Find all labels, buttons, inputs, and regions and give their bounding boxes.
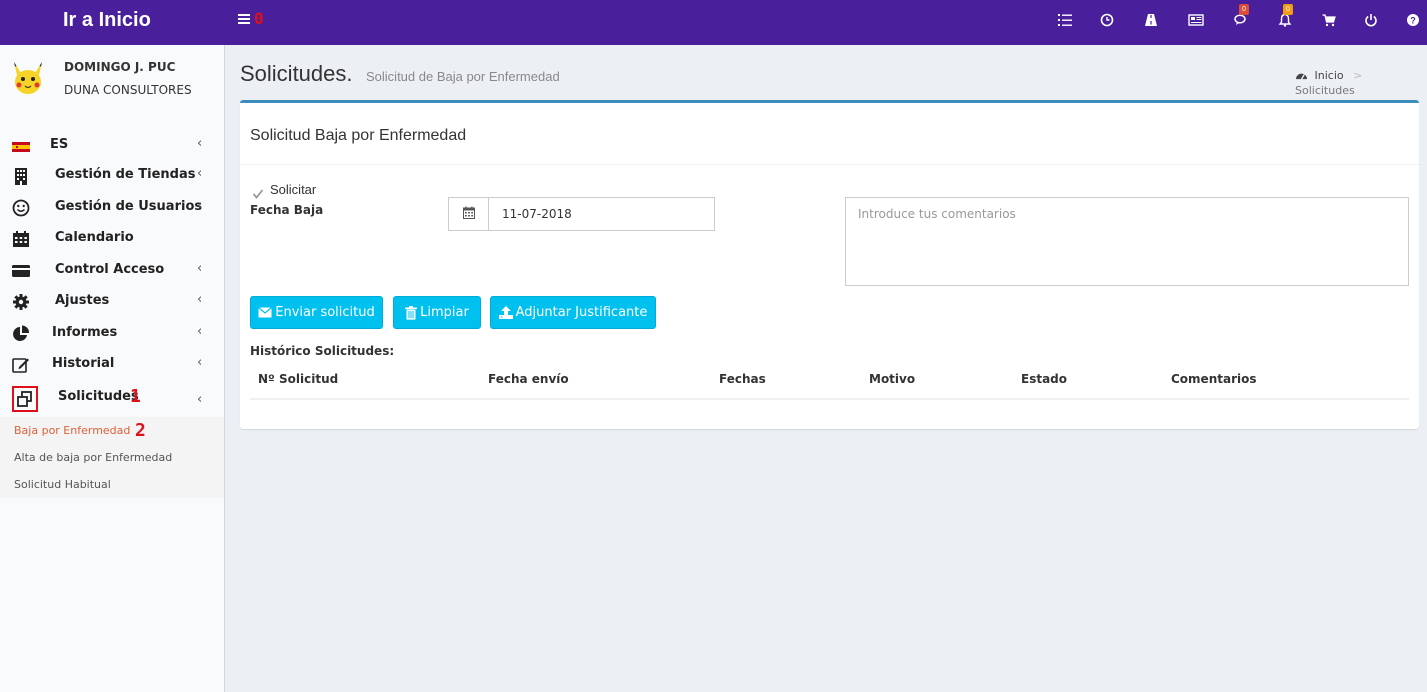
fecha-baja-label: Fecha Baja [250,203,324,217]
user-name: DOMINGO J. PUC [64,60,176,74]
hamburger-icon [238,14,250,26]
sidebar-item-ajustes[interactable]: Ajustes ‹ [0,286,224,317]
column-header-motivo: Motivo [869,372,916,386]
solicitar-label: Solicitar [270,182,317,197]
home-link[interactable]: Ir a Inicio [0,0,224,45]
clear-button[interactable]: Limpiar [393,296,481,329]
breadcrumb: Inicio > Solicitudes [1295,69,1427,97]
chevron-left-icon: ‹ [197,392,203,407]
column-header-comentarios: Comentarios [1171,372,1257,386]
breadcrumb-current: Solicitudes [1295,84,1355,97]
dashboard-icon [1295,70,1308,84]
send-request-label: Enviar solicitud [275,305,375,320]
sidebar-item-label: Calendario [55,230,134,245]
sidebar-item-calendario[interactable]: Calendario [0,223,224,254]
newspaper-icon[interactable] [1186,12,1206,32]
clear-label: Limpiar [420,305,469,320]
sidebar-item-label: Solicitudes [58,389,139,404]
send-request-button[interactable]: Enviar solicitud [250,296,383,329]
top-navbar: Ir a Inicio 0 0 0 ? [0,0,1427,45]
sidebar-item-tiendas[interactable]: Gestión de Tiendas ‹ [0,160,224,191]
calendar-icon[interactable] [449,198,489,230]
page-subtitle: Solicitud de Baja por Enfermedad [366,69,560,84]
avatar [8,58,48,98]
envelope-icon [258,307,273,318]
solicitudes-submenu: Baja por Enfermedad 2 Alta de baja por E… [0,417,224,498]
upload-icon [498,306,513,319]
submenu-item-alta[interactable]: Alta de baja por Enfermedad [14,451,172,464]
list-icon[interactable] [1055,12,1075,32]
box-title: Solicitud Baja por Enfermedad [250,127,467,144]
clone-icon [12,386,38,412]
sidebar: DOMINGO J. PUC DUNA CONSULTORES ES ‹ Ges… [0,45,225,692]
sidebar-item-label: Ajustes [55,293,110,308]
chevron-left-icon: ‹ [197,324,203,339]
comments-badge: 0 [1239,4,1249,15]
chevron-left-icon: ‹ [197,292,203,307]
sidebar-item-language[interactable]: ES ‹ [0,130,224,161]
sidebar-item-label: Control Acceso [55,262,165,277]
gear-icon [12,293,30,311]
chevron-left-icon: ‹ [197,198,203,213]
sidebar-item-control-acceso[interactable]: Control Acceso ‹ [0,255,224,286]
bell-icon[interactable]: 0 [1275,4,1295,32]
solicitar-checkbox[interactable] [252,185,264,199]
comments-icon[interactable]: 0 [1231,4,1251,32]
submenu-item-habitual[interactable]: Solicitud Habitual [14,478,111,491]
divider [240,164,1419,165]
annotation-number: 0 [254,9,264,28]
column-header-fechas: Fechas [719,372,766,386]
sidebar-item-informes[interactable]: Informes ‹ [0,318,224,349]
column-header-numero: Nº Solicitud [258,372,339,386]
cart-icon[interactable] [1319,12,1339,32]
chevron-left-icon: ‹ [197,355,203,370]
clock-icon[interactable] [1097,12,1117,32]
chevron-left-icon: ‹ [197,136,203,151]
svg-text:?: ? [1410,16,1416,26]
edit-icon [12,356,30,374]
credit-card-icon [12,262,30,280]
column-header-estado: Estado [1021,372,1068,386]
notifications-badge: 0 [1283,4,1293,15]
question-icon[interactable]: ? [1403,12,1423,32]
sidebar-item-historial[interactable]: Historial ‹ [0,349,224,380]
request-form-box: Solicitud Baja por Enfermedad Solicitar … [240,100,1419,429]
annotation-number: 2 [135,420,146,441]
sidebar-item-solicitudes[interactable]: Solicitudes 1 ‹ [0,383,224,414]
chevron-left-icon: ‹ [197,261,203,276]
building-icon [12,167,30,185]
column-header-fecha-envio: Fecha envío [488,372,569,386]
trash-icon [405,305,418,320]
power-icon[interactable] [1361,12,1381,32]
calendar-icon [12,230,30,248]
comments-textarea[interactable] [845,197,1409,286]
submenu-item-baja[interactable]: Baja por Enfermedad [14,424,130,437]
breadcrumb-home-link[interactable]: Inicio [1315,69,1344,82]
table-header-divider [250,398,1409,400]
history-title: Histórico Solicitudes: [250,344,395,358]
fecha-baja-input[interactable] [490,198,714,230]
sidebar-toggle-button[interactable]: 0 [238,9,268,31]
attach-justification-button[interactable]: Adjuntar Justificante [490,296,656,329]
pie-chart-icon [12,325,30,343]
page-title: Solicitudes. [240,61,353,86]
road-icon[interactable] [1141,12,1161,32]
annotation-number: 1 [130,386,141,407]
sidebar-item-label: Informes [52,325,118,340]
chevron-left-icon: ‹ [197,166,203,181]
sidebar-item-label: Gestión de Tiendas [55,167,196,182]
spain-flag-icon [12,137,30,155]
sidebar-item-usuarios[interactable]: Gestión de Usuarios ‹ [0,192,224,223]
smile-icon [12,199,30,217]
attach-justification-label: Adjuntar Justificante [515,305,648,320]
sidebar-item-label: Historial [52,356,115,371]
date-picker [448,197,715,231]
breadcrumb-separator: > [1353,69,1363,82]
user-company: DUNA CONSULTORES [64,83,192,97]
sidebar-item-label: Gestión de Usuarios [55,199,203,214]
sidebar-item-label: ES [50,137,69,152]
